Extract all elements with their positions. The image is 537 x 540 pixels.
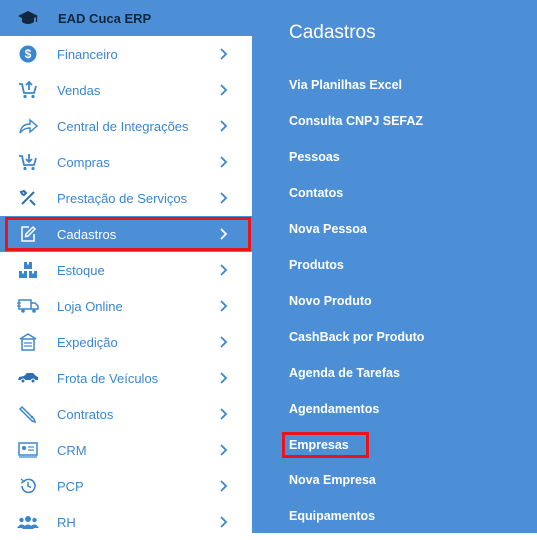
sidebar-item-label: Vendas <box>57 82 101 98</box>
app-title: EAD Cuca ERP <box>58 10 152 26</box>
submenu-item-agendamentos[interactable]: Agendamentos <box>289 402 379 416</box>
id-card-icon <box>17 439 39 461</box>
chevron-right-icon <box>216 443 230 457</box>
submenu-item-agenda-de-tarefas[interactable]: Agenda de Tarefas <box>289 366 400 380</box>
chevron-right-icon <box>216 191 230 205</box>
sidebar-item-label: PCP <box>57 478 84 494</box>
submenu-item-contatos[interactable]: Contatos <box>289 186 343 200</box>
chevron-right-icon <box>216 155 230 169</box>
chevron-right-icon <box>216 263 230 277</box>
submenu-item-consulta-cnpj-sefaz[interactable]: Consulta CNPJ SEFAZ <box>289 114 423 128</box>
sidebar-item-financeiro[interactable]: $ Financeiro <box>0 36 252 72</box>
cart-up-icon <box>17 79 39 101</box>
clock-icon <box>17 475 39 497</box>
chevron-right-icon <box>216 335 230 349</box>
chevron-right-icon <box>216 119 230 133</box>
submenu-item-cashback-por-produto[interactable]: CashBack por Produto <box>289 330 424 344</box>
sidebar-item-label: Prestação de Serviços <box>57 190 188 206</box>
submenu-item-empresas[interactable]: Empresas <box>282 432 369 458</box>
sidebar-item-estoque[interactable]: Estoque <box>0 252 252 288</box>
sidebar-item-pcp[interactable]: PCP <box>0 468 252 504</box>
chevron-right-icon <box>216 227 230 241</box>
chevron-right-icon <box>216 47 230 61</box>
chevron-right-icon <box>216 299 230 313</box>
sidebar-item-loja-online[interactable]: Loja Online <box>0 288 252 324</box>
sidebar-item-vendas[interactable]: Vendas <box>0 72 252 108</box>
sidebar: EAD Cuca ERP $ Financeiro Vendas Central… <box>0 0 252 533</box>
app-header[interactable]: EAD Cuca ERP <box>0 0 252 36</box>
sidebar-item-rh[interactable]: RH <box>0 504 252 540</box>
sidebar-item-contratos[interactable]: Contratos <box>0 396 252 432</box>
chevron-right-icon <box>216 371 230 385</box>
truck-icon <box>17 295 39 317</box>
submenu-item-pessoas[interactable]: Pessoas <box>289 150 340 164</box>
sidebar-item-expedicao[interactable]: Expedição <box>0 324 252 360</box>
sidebar-item-label: Loja Online <box>57 298 123 314</box>
chevron-right-icon <box>216 479 230 493</box>
cart-down-icon <box>17 151 39 173</box>
svg-text:$: $ <box>25 47 32 61</box>
sidebar-item-compras[interactable]: Compras <box>0 144 252 180</box>
submenu-item-novo-produto[interactable]: Novo Produto <box>289 294 372 308</box>
sidebar-item-cadastros[interactable]: Cadastros <box>0 216 252 252</box>
chevron-right-icon <box>216 83 230 97</box>
sidebar-item-label: Central de Integrações <box>57 118 189 134</box>
sidebar-item-label: Estoque <box>57 262 105 278</box>
chevron-right-icon <box>216 515 230 529</box>
sidebar-item-label: Contratos <box>57 406 114 422</box>
submenu-item-nova-empresa[interactable]: Nova Empresa <box>289 473 376 487</box>
dollar-icon: $ <box>17 43 39 65</box>
pen-icon <box>17 403 39 425</box>
graduation-cap-icon <box>13 10 43 26</box>
submenu-item-nova-pessoa[interactable]: Nova Pessoa <box>289 222 367 236</box>
submenu-item-via-planilhas-excel[interactable]: Via Planilhas Excel <box>289 78 402 92</box>
sidebar-item-crm[interactable]: CRM <box>0 432 252 468</box>
sidebar-item-central-de-integracoes[interactable]: Central de Integrações <box>0 108 252 144</box>
edit-icon <box>17 223 39 245</box>
car-icon <box>17 367 39 389</box>
sidebar-item-prestacao-de-servicos[interactable]: Prestação de Serviços <box>0 180 252 216</box>
sidebar-item-label: Frota de Veículos <box>57 370 159 386</box>
sidebar-item-label: RH <box>57 514 76 530</box>
sidebar-item-label: Expedição <box>57 334 118 350</box>
submenu-panel: Cadastros Via Planilhas Excel Consulta C… <box>252 0 537 533</box>
tools-icon <box>17 187 39 209</box>
share-arrow-icon <box>17 115 39 137</box>
submenu-item-equipamentos[interactable]: Equipamentos <box>289 509 375 523</box>
chevron-right-icon <box>216 407 230 421</box>
sidebar-item-label: Compras <box>57 154 110 170</box>
sidebar-item-frota-de-veiculos[interactable]: Frota de Veículos <box>0 360 252 396</box>
sidebar-menu: $ Financeiro Vendas Central de Integraçõ… <box>0 36 252 540</box>
submenu-title: Cadastros <box>289 22 376 43</box>
users-icon <box>17 511 39 533</box>
building-icon <box>17 331 39 353</box>
sidebar-item-label: CRM <box>57 442 87 458</box>
sidebar-item-label: Cadastros <box>57 226 117 242</box>
boxes-icon <box>17 259 39 281</box>
submenu-item-produtos[interactable]: Produtos <box>289 258 344 272</box>
sidebar-item-label: Financeiro <box>57 46 118 62</box>
